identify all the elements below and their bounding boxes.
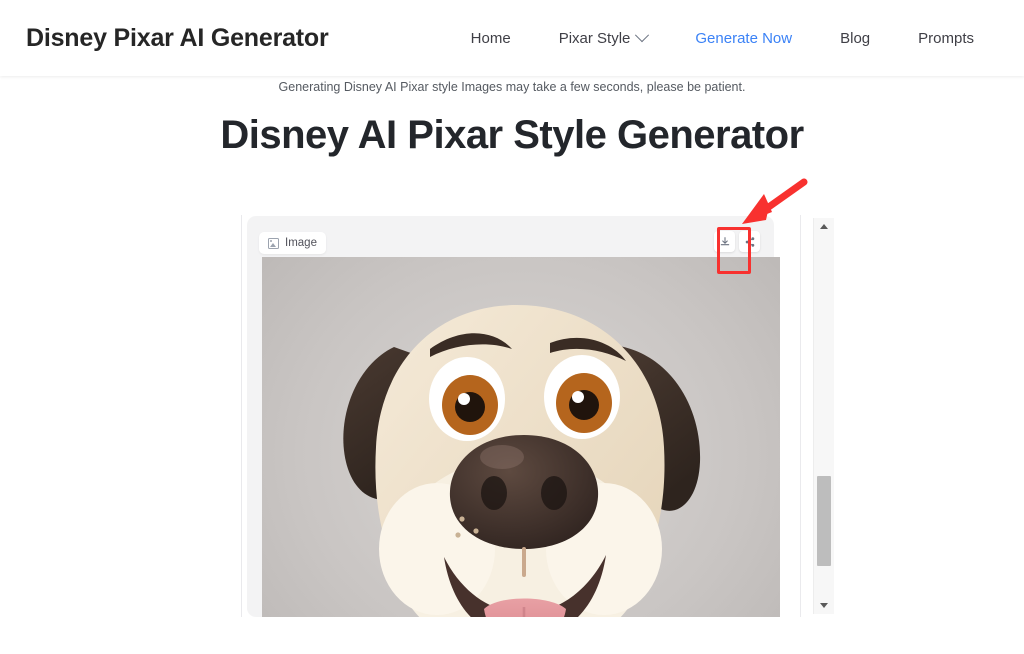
brand-logo[interactable]: Disney Pixar AI Generator — [26, 24, 329, 53]
nav-label: Home — [470, 29, 511, 47]
page-title: Disney AI Pixar Style Generator — [220, 113, 804, 157]
panel-divider-right — [800, 215, 801, 617]
pixar-dog-illustration — [262, 257, 780, 617]
site-header: Disney Pixar AI Generator Home Pixar Sty… — [0, 0, 1024, 76]
generation-notice: Generating Disney AI Pixar style Images … — [278, 80, 746, 94]
nav-label: Generate Now — [695, 29, 793, 47]
triangle-up-icon — [820, 224, 828, 229]
tab-image[interactable]: Image — [259, 232, 326, 254]
nav-item-blog[interactable]: Blog — [816, 30, 894, 47]
download-button[interactable] — [714, 231, 735, 252]
nav-item-pixar-style[interactable]: Pixar Style — [535, 28, 672, 47]
nav-label: Pixar Style — [558, 29, 631, 47]
nav-item-generate-now[interactable]: Generate Now — [671, 30, 816, 47]
share-button[interactable] — [739, 231, 760, 252]
tab-image-label: Image — [285, 237, 317, 249]
image-result-card: Image — [247, 216, 780, 617]
panel-divider-left — [241, 215, 242, 617]
download-icon — [720, 236, 729, 245]
scrollbar-thumb[interactable] — [817, 476, 831, 566]
nav-label: Prompts — [918, 29, 974, 47]
main-navigation: Home Pixar Style Generate Now Blog Promp… — [447, 28, 998, 47]
triangle-down-icon — [820, 603, 828, 608]
nav-item-home[interactable]: Home — [447, 30, 535, 47]
scrollbar-up-button[interactable] — [814, 218, 834, 235]
image-icon — [268, 237, 279, 249]
page-scrollbar[interactable] — [813, 218, 834, 614]
scrollbar-down-button[interactable] — [814, 597, 834, 614]
image-actions — [714, 231, 760, 252]
share-icon — [745, 236, 754, 247]
chevron-down-icon — [635, 28, 650, 43]
nav-label: Blog — [840, 29, 871, 47]
nav-item-prompts[interactable]: Prompts — [894, 30, 998, 47]
result-panel: Image — [241, 207, 834, 617]
generated-image[interactable] — [262, 257, 780, 617]
